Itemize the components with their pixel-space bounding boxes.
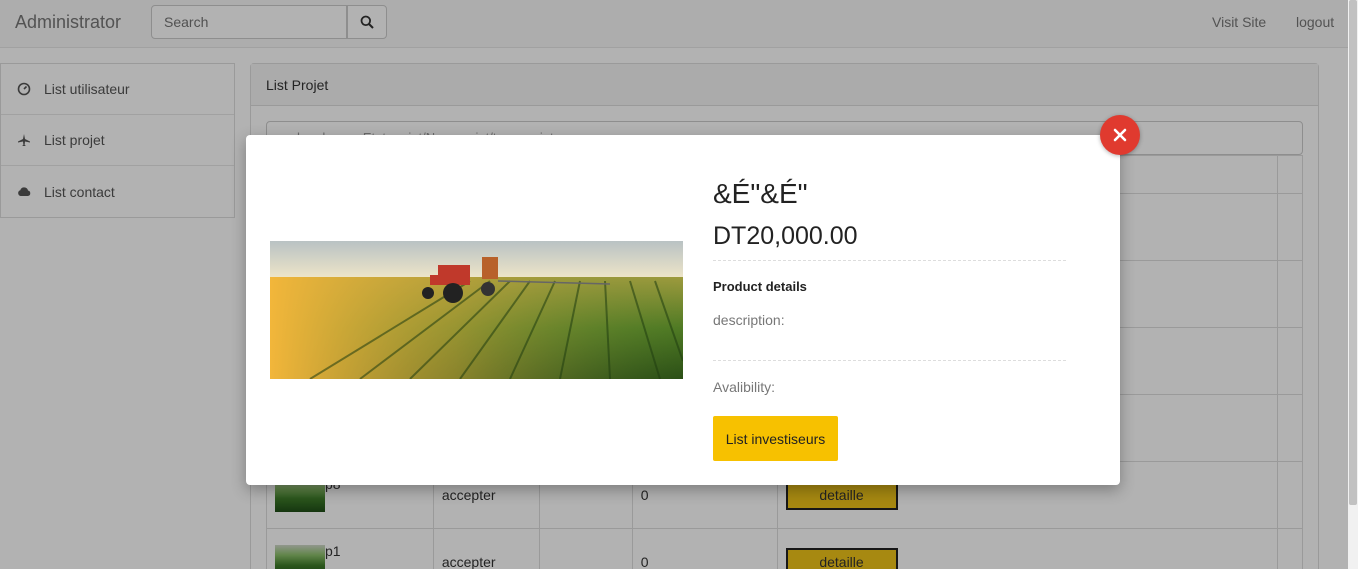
product-details-heading: Product details xyxy=(713,279,807,294)
list-investors-button[interactable]: List investiseurs xyxy=(713,416,838,461)
divider xyxy=(713,360,1066,361)
close-modal-button[interactable] xyxy=(1100,115,1140,155)
scrollbar-thumb[interactable] xyxy=(1349,0,1357,505)
product-modal: &É"&É" DT20,000.00 Product details descr… xyxy=(246,135,1120,485)
product-price: DT20,000.00 xyxy=(713,222,858,250)
close-icon xyxy=(1113,128,1127,142)
product-title: &É"&É" xyxy=(713,178,808,209)
product-image xyxy=(270,241,683,379)
description-label: description: xyxy=(713,312,785,328)
divider xyxy=(713,260,1066,261)
availability-label: Avalibility: xyxy=(713,379,775,395)
